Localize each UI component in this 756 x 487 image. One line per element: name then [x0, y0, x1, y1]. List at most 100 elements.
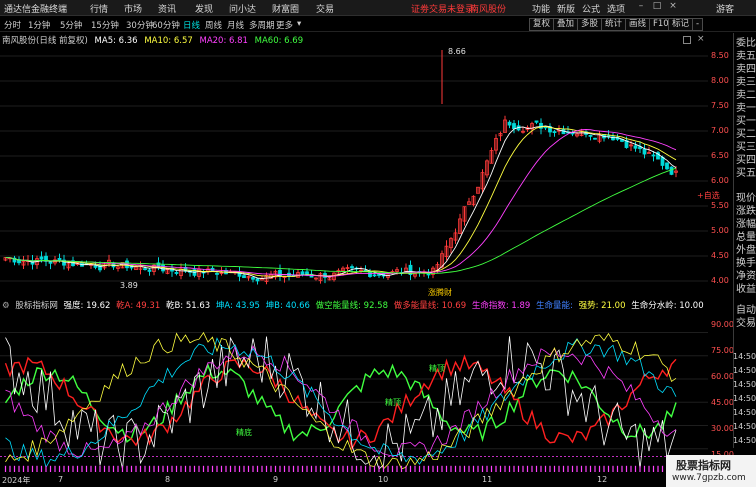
side-item-outer[interactable]: 外盘 [736, 244, 756, 257]
side-item-bid2[interactable]: 买二 [736, 128, 756, 141]
time-tick: 14:50 [733, 352, 756, 361]
time-tick: 14:50 [733, 436, 756, 445]
menu-item-news[interactable]: 资讯 [158, 2, 176, 15]
menu-bar: 通达信金融终端 行情 市场 资讯 发现 问小达 财富圈 交易 证劵交易未登录 南… [0, 0, 756, 16]
period-toolbar: 分时 1分钟 5分钟 15分钟 30分钟 60分钟 日线 周线 月线 多周期 更… [0, 17, 756, 32]
period-tab-5min[interactable]: 5分钟 [60, 19, 82, 31]
side-item-change-pct[interactable]: 涨幅 [736, 218, 756, 231]
period-tab-15min[interactable]: 15分钟 [91, 19, 119, 31]
date-tick: 8 [165, 475, 171, 484]
side-item-bid4[interactable]: 买四 [736, 154, 756, 167]
login-status[interactable]: 证劵交易未登录 [411, 2, 474, 15]
stock-name-tag: 南风股份 [470, 5, 507, 15]
price-tick: 4.00 [711, 276, 729, 285]
param-qian-b: 乾B: 51.63 [165, 301, 211, 311]
add-watchlist-button[interactable]: +自选 [697, 190, 720, 201]
menu-guest[interactable]: 游客 [716, 2, 734, 15]
side-item-turnover[interactable]: 换手 [736, 257, 756, 270]
period-tab-more[interactable]: 更多 [276, 19, 293, 31]
price-tick: 7.50 [711, 101, 729, 110]
indicator-name[interactable]: 股标指标网 [15, 301, 58, 311]
side-item-ask1[interactable]: 卖一 [736, 102, 756, 115]
period-tab-1min[interactable]: 1分钟 [28, 19, 50, 31]
menu-item-market[interactable]: 市场 [124, 2, 142, 15]
stats-button[interactable]: 统计 [601, 18, 627, 31]
side-item-bid5[interactable]: 买五 [736, 167, 756, 180]
side-item-ask4[interactable]: 卖四 [736, 63, 756, 76]
expand-icon[interactable] [683, 36, 691, 44]
candle-body [255, 278, 260, 282]
side-item-price[interactable]: 现价 [736, 192, 756, 205]
candle-body [507, 121, 512, 126]
close-icon[interactable]: × [668, 1, 678, 13]
side-item-bid3[interactable]: 买三 [736, 141, 756, 154]
side-item-net-assets[interactable]: 净资 [736, 270, 756, 283]
candle-body [665, 162, 669, 170]
candle-body [377, 274, 381, 276]
menu-item-wealth[interactable]: 财富圈 [272, 2, 299, 15]
side-item-bid-ratio[interactable]: 委比 [736, 37, 756, 50]
mark-button[interactable]: 标记 [668, 18, 694, 31]
draw-line-button[interactable]: 画线 [625, 18, 651, 31]
side-item-ask2[interactable]: 卖二 [736, 89, 756, 102]
chevron-down-icon[interactable]: ▾ [297, 19, 301, 29]
indicator-chart[interactable]: 精顶 精顶 精底 [0, 311, 708, 475]
candle-body [39, 256, 44, 260]
side-item-bid1[interactable]: 买一 [736, 115, 756, 128]
indicator-header: ⚙ 股标指标网 强度: 19.62 乾A: 49.31 乾B: 51.63 坤A… [2, 299, 707, 311]
candle-body [651, 154, 656, 157]
period-tab-30min[interactable]: 30分钟 [126, 19, 154, 31]
indicator-tick: 60.00 [711, 372, 734, 381]
side-item-trade[interactable]: 交易 [736, 317, 756, 330]
adjust-button[interactable]: 复权 [529, 18, 555, 31]
period-tab-weekly[interactable]: 周线 [205, 19, 222, 31]
side-item-ask5[interactable]: 卖五 [736, 50, 756, 63]
ma-line [5, 125, 677, 278]
period-tab-multi[interactable]: 多周期 [249, 19, 275, 31]
menu-function[interactable]: 功能 [532, 2, 550, 15]
candle-body [147, 269, 152, 272]
menu-item-trade[interactable]: 交易 [316, 2, 334, 15]
indicator-tick: 90.00 [711, 320, 734, 329]
minimize-icon[interactable]: – [636, 1, 646, 13]
candle-body [143, 268, 147, 270]
menu-item-quotes[interactable]: 行情 [90, 2, 108, 15]
signal-label: 精底 [236, 427, 252, 437]
candle-body [570, 132, 575, 135]
candle-body [633, 145, 638, 149]
indicator-settings-icon[interactable]: ⚙ [2, 301, 10, 311]
menu-formula[interactable]: 公式 [582, 2, 600, 15]
side-item-change[interactable]: 涨跌 [736, 205, 756, 218]
overlay-button[interactable]: 叠加 [553, 18, 579, 31]
side-item-earnings[interactable]: 收益 [736, 283, 756, 296]
period-tab-monthly[interactable]: 月线 [227, 19, 244, 31]
side-item-volume[interactable]: 总量 [736, 231, 756, 244]
price-tick: 7.00 [711, 126, 729, 135]
price-tick: 5.50 [711, 201, 729, 210]
price-tick: 5.00 [711, 226, 729, 235]
maximize-icon[interactable]: □ [652, 1, 662, 13]
candle-body [512, 123, 516, 129]
close-icon[interactable]: × [697, 34, 705, 44]
side-item-auto[interactable]: 自动 [736, 304, 756, 317]
side-item-ask3[interactable]: 卖三 [736, 76, 756, 89]
signal-label: 精顶 [385, 397, 401, 407]
menu-item-ask[interactable]: 问小达 [229, 2, 256, 15]
chart-annotations: 8.66 3.89 涨腾财 [120, 47, 466, 296]
indicator-bars [4, 465, 677, 472]
ma-line [5, 167, 677, 274]
period-tab-60min[interactable]: 60分钟 [152, 19, 180, 31]
period-tab-daily[interactable]: 日线 [183, 19, 200, 31]
menu-new-version[interactable]: 新版 [557, 2, 575, 15]
candle-body [93, 265, 98, 268]
date-tick: 2024年 [2, 476, 31, 485]
menu-options[interactable]: 选项 [607, 2, 625, 15]
menu-item-discover[interactable]: 发现 [195, 2, 213, 15]
candlestick-chart[interactable]: 8.66 3.89 涨腾财 [0, 44, 708, 296]
price-tick: 4.50 [711, 251, 729, 260]
collapse-button[interactable]: - [692, 18, 704, 31]
watermark-title: 股票指标网 [676, 459, 731, 472]
multi-stock-button[interactable]: 多股 [577, 18, 603, 31]
candle-body [350, 266, 354, 269]
period-tab-intraday[interactable]: 分时 [4, 19, 21, 31]
